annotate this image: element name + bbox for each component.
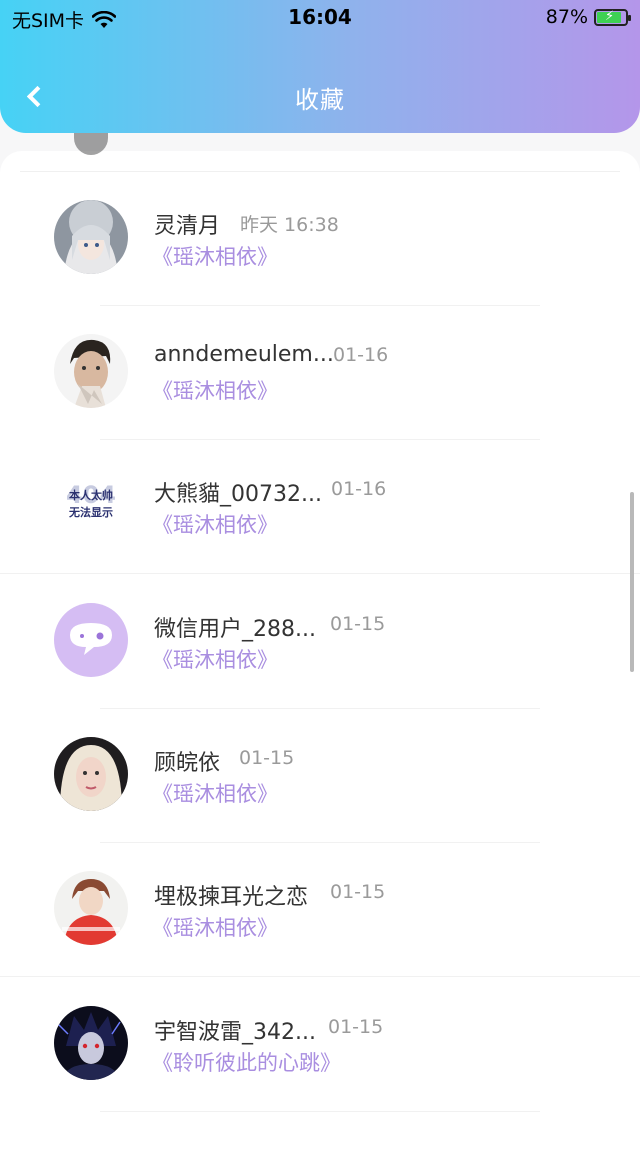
item-date: 01-15: [330, 613, 386, 635]
man-photo-avatar[interactable]: [54, 334, 128, 408]
item-date: 01-15: [239, 747, 295, 769]
item-work-title[interactable]: 《聆听彼此的心跳》: [152, 1047, 341, 1077]
list-item[interactable]: 顾皖依 01-15 《瑶沐相依》: [0, 709, 640, 843]
chat-bubble-avatar[interactable]: [54, 603, 128, 677]
scrollbar[interactable]: [630, 492, 634, 672]
item-name: 顾皖依: [154, 751, 221, 776]
battery-icon: ⚡: [594, 8, 631, 26]
item-work-title[interactable]: 《瑶沐相依》: [152, 778, 278, 808]
status-right: 87% ⚡: [545, 6, 631, 28]
item-name: 埋极揀耳光之恋: [154, 885, 309, 910]
battery-percent: 87%: [545, 6, 588, 28]
battery-fill: ⚡: [597, 9, 622, 24]
item-work-title[interactable]: 《瑶沐相依》: [152, 241, 278, 271]
item-work-title[interactable]: 《瑶沐相依》: [152, 509, 278, 539]
item-date: 01-16: [333, 344, 389, 366]
status-bar: 无SIM卡 16:04 87% ⚡: [0, 0, 640, 34]
list-item[interactable]: 404 本人太帅 无法显示 大熊貓_00732... 01-16 《瑶沐相依》: [0, 440, 640, 574]
item-date: 01-15: [330, 881, 386, 903]
placeholder-text-avatar[interactable]: 404 本人太帅 无法显示: [54, 468, 128, 542]
list-item[interactable]: 微信用户_288... 01-15 《瑶沐相依》: [0, 575, 640, 709]
item-name: 大熊貓_00732...: [154, 482, 322, 507]
girl-photo-avatar[interactable]: [54, 737, 128, 811]
item-name: 微信用户_288...: [154, 617, 316, 642]
header: 无SIM卡 16:04 87% ⚡ 收藏: [0, 0, 640, 133]
divider: [0, 573, 640, 574]
item-date: 01-16: [331, 478, 387, 500]
divider: [100, 1111, 540, 1112]
list-item[interactable]: anndemeulem... 01-16 《瑶沐相依》: [0, 306, 640, 440]
item-name: 宇智波雷_342...: [154, 1020, 316, 1045]
item-work-title[interactable]: 《瑶沐相依》: [152, 375, 278, 405]
item-date: 01-15: [328, 1016, 384, 1038]
item-name: 灵清月: [154, 214, 221, 239]
favorites-list: 灵清月 昨天 16:38 《瑶沐相依》 anndemeulem... 01-16…: [0, 129, 640, 1151]
svg-text:本人太帅: 本人太帅: [69, 488, 113, 502]
list-item[interactable]: 宇智波雷_342... 01-15 《聆听彼此的心跳》: [0, 978, 640, 1112]
status-time: 16:04: [288, 5, 352, 29]
item-date: 昨天 16:38: [240, 214, 339, 236]
anime-girl-avatar[interactable]: [54, 200, 128, 274]
page-title: 收藏: [295, 86, 345, 114]
item-name: anndemeulem...: [154, 342, 334, 367]
list-item[interactable]: 埋极揀耳光之恋 01-15 《瑶沐相依》: [0, 843, 640, 977]
divider: [0, 976, 640, 977]
red-shirt-avatar[interactable]: [54, 871, 128, 945]
item-work-title[interactable]: 《瑶沐相依》: [152, 912, 278, 942]
dark-anime-avatar[interactable]: [54, 1006, 128, 1080]
item-work-title[interactable]: 《瑶沐相依》: [152, 644, 278, 674]
list-item[interactable]: 灵清月 昨天 16:38 《瑶沐相依》: [0, 172, 640, 306]
svg-text:无法显示: 无法显示: [68, 505, 113, 519]
